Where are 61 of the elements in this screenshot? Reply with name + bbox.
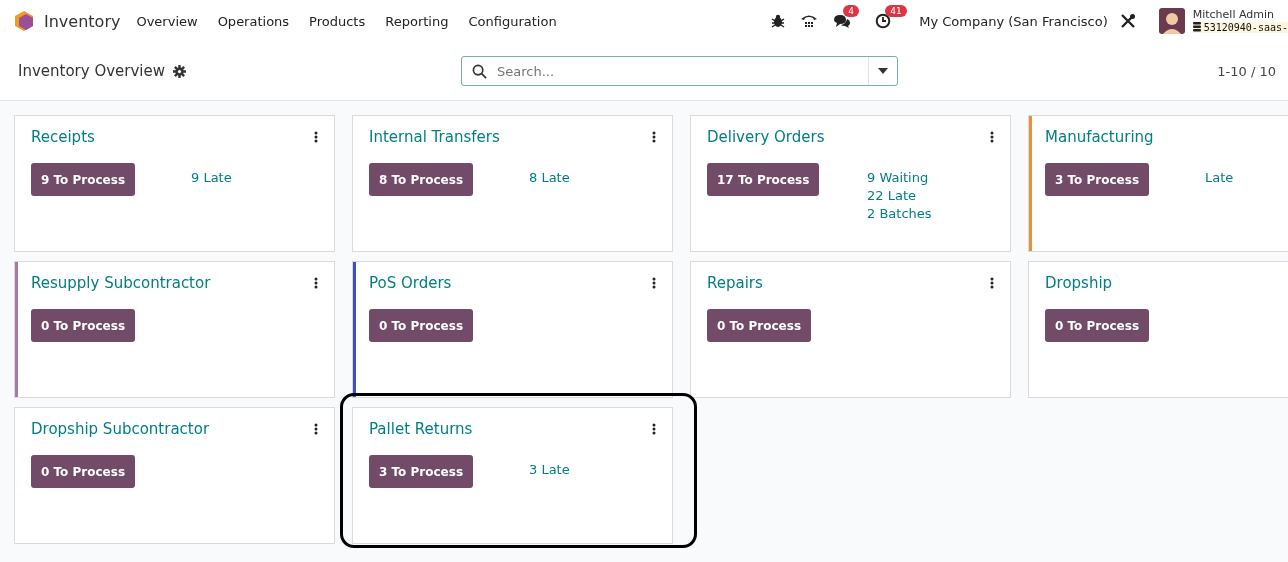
card-title[interactable]: Receipts	[31, 128, 95, 146]
to-process-button[interactable]: 17 To Process	[707, 163, 820, 196]
search-field[interactable]: Search...	[495, 62, 868, 80]
kebab-menu-icon[interactable]	[314, 423, 318, 435]
card-title[interactable]: PoS Orders	[369, 274, 452, 292]
clock-icon[interactable]	[875, 13, 892, 29]
kebab-menu-icon[interactable]	[314, 277, 318, 289]
to-process-button[interactable]: 3 To Process	[1045, 163, 1150, 196]
database-icon	[1192, 22, 1201, 33]
to-process-button[interactable]: 9 To Process	[31, 163, 136, 196]
to-process-button[interactable]: 0 To Process	[369, 309, 474, 342]
message-count: 4	[843, 5, 859, 17]
card-title[interactable]: Pallet Returns	[369, 420, 473, 438]
menu-item[interactable]: Overview	[136, 13, 198, 29]
search-bar[interactable]: Search...	[461, 56, 898, 86]
kebab-menu-icon[interactable]	[990, 131, 994, 143]
status-link[interactable]: 9 Waiting	[867, 170, 932, 185]
activity-count: 41	[885, 5, 907, 17]
kebab-menu-icon[interactable]	[652, 131, 656, 143]
phone-icon[interactable]	[800, 13, 819, 29]
to-process-button[interactable]: 0 To Process	[31, 455, 136, 488]
search-icon	[472, 63, 487, 79]
user-name[interactable]: Mitchell Admin	[1192, 9, 1288, 22]
kebab-menu-icon[interactable]	[652, 423, 656, 435]
card-title[interactable]: Resupply Subcontractor	[31, 274, 211, 292]
app-name[interactable]: Inventory	[44, 11, 121, 31]
to-process-button[interactable]: 8 To Process	[369, 163, 474, 196]
card-title[interactable]: Dropship Subcontractor	[31, 420, 210, 438]
menu-item[interactable]: Products	[309, 13, 366, 29]
status-link[interactable]: 3 Late	[529, 462, 570, 477]
menu-item[interactable]: Configuration	[468, 13, 557, 29]
card-title[interactable]: Delivery Orders	[707, 128, 825, 146]
company-switcher[interactable]: My Company (San Francisco)	[919, 13, 1108, 29]
to-process-button[interactable]: 0 To Process	[1045, 309, 1150, 342]
caret-icon	[878, 68, 888, 74]
database-name: 53120940-saas-	[1203, 21, 1288, 33]
to-process-button[interactable]: 0 To Process	[31, 309, 136, 342]
cube-logo-icon[interactable]	[14, 10, 34, 32]
card-title[interactable]: Repairs	[707, 274, 763, 292]
kebab-menu-icon[interactable]	[990, 277, 994, 289]
menu-item[interactable]: Reporting	[385, 13, 449, 29]
kebab-menu-icon[interactable]	[314, 131, 318, 143]
avatar-icon[interactable]	[1158, 8, 1185, 34]
bug-icon[interactable]	[771, 14, 786, 28]
pager-value[interactable]: 1-10 / 10	[1217, 63, 1276, 79]
status-link[interactable]: 2 Batches	[867, 206, 932, 221]
status-link[interactable]: 9 Late	[191, 170, 232, 185]
settings-icon[interactable]	[173, 64, 187, 78]
kebab-menu-icon[interactable]	[652, 277, 656, 289]
to-process-button[interactable]: 0 To Process	[707, 309, 812, 342]
menu-item[interactable]: Operations	[217, 13, 290, 29]
page-title: Inventory Overview	[18, 62, 166, 80]
chat-icon[interactable]	[833, 13, 852, 29]
card-title[interactable]: Manufacturing	[1045, 128, 1154, 146]
card-title[interactable]: Internal Transfers	[369, 128, 500, 146]
card-title[interactable]: Dropship	[1045, 274, 1113, 292]
status-link[interactable]: Late	[1205, 170, 1234, 185]
tools-icon[interactable]	[1119, 13, 1136, 29]
status-link[interactable]: 8 Late	[529, 170, 570, 185]
to-process-button[interactable]: 3 To Process	[369, 455, 474, 488]
status-link[interactable]: 22 Late	[867, 188, 932, 203]
